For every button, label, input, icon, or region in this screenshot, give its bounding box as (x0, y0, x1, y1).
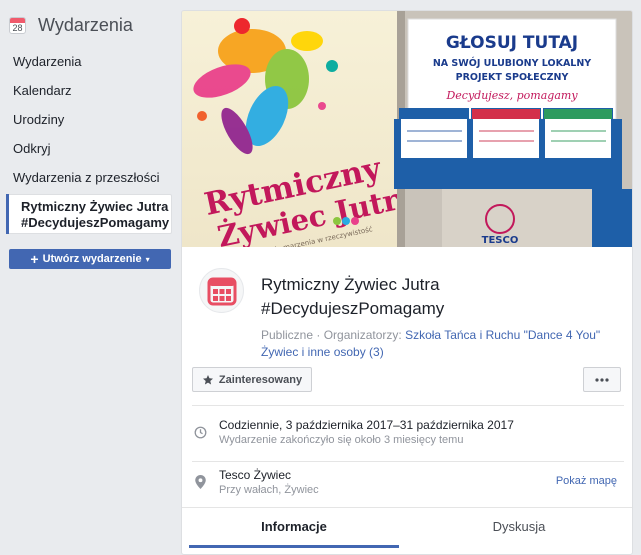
tab-discussion[interactable]: Dyskusja (414, 508, 624, 548)
sidebar-item-events[interactable]: Wydarzenia (6, 47, 172, 76)
sidebar-title[interactable]: Wydarzenia (38, 15, 133, 36)
current-event-line2: #DecydujeszPomagamy (21, 214, 170, 230)
cover-photo[interactable]: Rytmiczny Żywiec Jutra zmienia marzenia … (182, 11, 632, 247)
sidebar-header: 28 Wydarzenia (9, 14, 133, 36)
event-date-status: Wydarzenie zakończyło się około 3 miesię… (219, 434, 464, 446)
create-event-button[interactable]: + Utwórz wydarzenie ▾ (9, 249, 171, 269)
sign-line3: PROJEKT SPOŁECZNY (456, 72, 569, 83)
event-date-row: Codziennie, 3 października 2017–31 paźdz… (182, 416, 632, 456)
sign-line1: GŁOSUJ TUTAJ (446, 33, 578, 53)
sidebar-item-calendar[interactable]: Kalendarz (6, 76, 172, 105)
event-meta: Publiczne · Organizatorzy: Szkoła Tańca … (261, 327, 621, 361)
sidebar-item-past-events[interactable]: Wydarzenia z przeszłości (6, 163, 172, 192)
tab-information[interactable]: Informacje (189, 508, 399, 548)
event-location-row: Tesco Żywiec Przy wałach, Żywiec Pokaż m… (182, 466, 632, 504)
event-date: Codziennie, 3 października 2017–31 paźdz… (219, 418, 514, 432)
event-title-line2: #DecydujeszPomagamy (261, 299, 445, 318)
plus-icon: + (30, 250, 39, 267)
star-icon (202, 374, 213, 384)
calendar-icon (199, 268, 244, 313)
event-title: Rytmiczny Żywiec Jutra #DecydujeszPomaga… (261, 273, 621, 321)
organizers-label: Organizatorzy: (323, 328, 406, 342)
sidebar-item-birthdays[interactable]: Urodziny (6, 105, 172, 134)
calendar-icon: 28 (9, 16, 26, 34)
calendar-icon-day: 28 (12, 22, 23, 33)
divider (192, 461, 624, 462)
sidebar-item-current-event[interactable]: Rytmiczny Żywiec Jutra #DecydujeszPomaga… (6, 194, 172, 234)
meta-separator: · (313, 328, 324, 342)
event-tabs: Informacje Dyskusja (182, 507, 632, 554)
create-event-label: Utwórz wydarzenie (42, 253, 142, 265)
sign-line2: NA SWÓJ ULUBIONY LOKALNY (433, 57, 591, 69)
privacy-label: Publiczne (261, 328, 314, 342)
chevron-down-icon: ▾ (145, 254, 150, 264)
show-map-link[interactable]: Pokaż mapę (556, 475, 617, 487)
map-pin-icon (195, 475, 206, 489)
divider (192, 405, 624, 406)
active-indicator (6, 194, 9, 234)
tesco-logo-text: TESCO (482, 235, 519, 246)
event-title-line1: Rytmiczny Żywiec Jutra (261, 275, 440, 294)
place-name[interactable]: Tesco Żywiec (219, 468, 291, 482)
ellipsis-icon (595, 377, 609, 382)
interested-label: Zainteresowany (218, 373, 303, 386)
more-options-button[interactable] (583, 367, 621, 392)
interested-button[interactable]: Zainteresowany (192, 367, 312, 392)
sidebar-item-discover[interactable]: Odkryj (6, 134, 172, 163)
event-card: Rytmiczny Żywiec Jutra zmienia marzenia … (181, 10, 633, 555)
current-event-line1: Rytmiczny Żywiec Jutra (21, 199, 169, 214)
sidebar-nav: Wydarzenia Kalendarz Urodziny Odkryj Wyd… (6, 47, 172, 192)
sign-slogan: Decydujesz, pomagamy (445, 89, 578, 102)
clock-icon (194, 426, 207, 439)
event-header: Rytmiczny Żywiec Jutra #DecydujeszPomaga… (182, 247, 632, 364)
place-address: Przy wałach, Żywiec (219, 484, 319, 496)
